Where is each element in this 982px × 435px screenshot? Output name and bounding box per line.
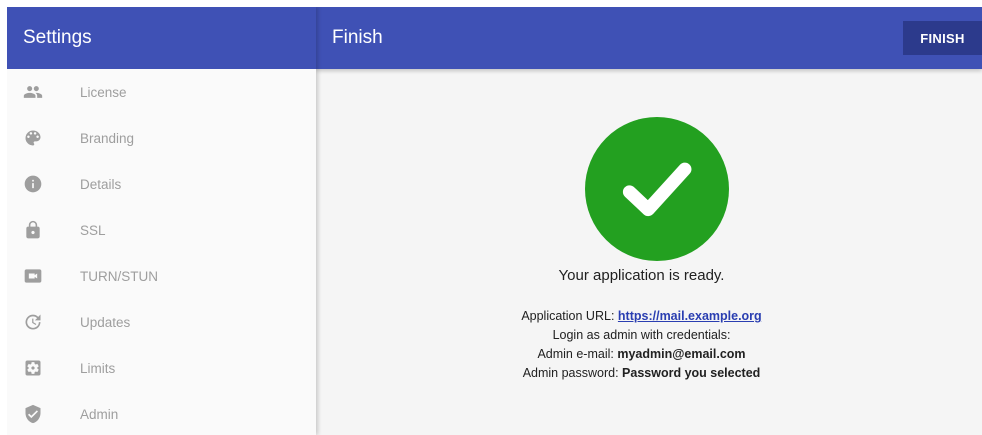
credentials-info: Application URL: https://mail.example.or…	[316, 307, 982, 383]
finish-panel: Your application is ready. Application U…	[316, 69, 982, 435]
sidebar-item-label: License	[80, 84, 127, 100]
sidebar-item-label: SSL	[80, 222, 106, 238]
videocam-icon	[23, 266, 43, 286]
sidebar-item-label: TURN/STUN	[80, 268, 158, 284]
page-title: Finish	[332, 27, 383, 48]
url-label: Application URL:	[521, 309, 615, 323]
sidebar-item-branding[interactable]: Branding	[7, 115, 316, 161]
sidebar-item-label: Admin	[80, 406, 119, 422]
checkmark-icon	[622, 162, 692, 217]
ready-message: Your application is ready.	[558, 267, 725, 284]
admin-password: Password you selected	[622, 366, 761, 380]
sidebar-item-turn-stun[interactable]: TURN/STUN	[7, 253, 316, 299]
login-instructions: Login as admin with credentials:	[552, 328, 731, 342]
sidebar-item-label: Details	[80, 176, 122, 192]
sidebar-item-limits[interactable]: Limits	[7, 345, 316, 391]
palette-icon	[23, 128, 43, 148]
admin-email: myadmin@email.com	[617, 347, 746, 361]
sidebar-item-license[interactable]: License	[7, 69, 316, 115]
sidebar-item-ssl[interactable]: SSL	[7, 207, 316, 253]
settings-box-icon	[23, 358, 43, 378]
info-icon	[23, 174, 43, 194]
sidebar-title: Settings	[7, 7, 316, 69]
email-line: Admin e-mail: myadmin@email.com	[316, 345, 967, 364]
sidebar-item-label: Branding	[80, 130, 135, 146]
sidebar-item-label: Limits	[80, 360, 116, 376]
settings-nav: License Branding Details SSL TURN/STUN U…	[7, 69, 316, 435]
shield-icon	[23, 404, 43, 424]
password-line: Admin password: Password you selected	[316, 364, 967, 383]
sidebar-item-admin[interactable]: Admin	[7, 391, 316, 435]
password-label: Admin password:	[522, 366, 619, 380]
sidebar-item-updates[interactable]: Updates	[7, 299, 316, 345]
email-label: Admin e-mail:	[537, 347, 614, 361]
app-window: Settings License Branding Details SSL TU…	[7, 7, 982, 435]
application-url-link[interactable]: https://mail.example.org	[618, 309, 762, 323]
settings-sidebar: Settings License Branding Details SSL TU…	[7, 7, 316, 435]
top-app-bar: Finish FINISH	[316, 7, 982, 69]
people-icon	[23, 82, 43, 102]
lock-icon	[23, 220, 43, 240]
sidebar-item-details[interactable]: Details	[7, 161, 316, 207]
finish-button[interactable]: FINISH	[903, 21, 982, 55]
check-circle-icon	[585, 117, 729, 261]
url-line: Application URL: https://mail.example.or…	[316, 307, 967, 326]
sidebar-item-label: Updates	[80, 314, 131, 330]
update-icon	[23, 312, 43, 332]
